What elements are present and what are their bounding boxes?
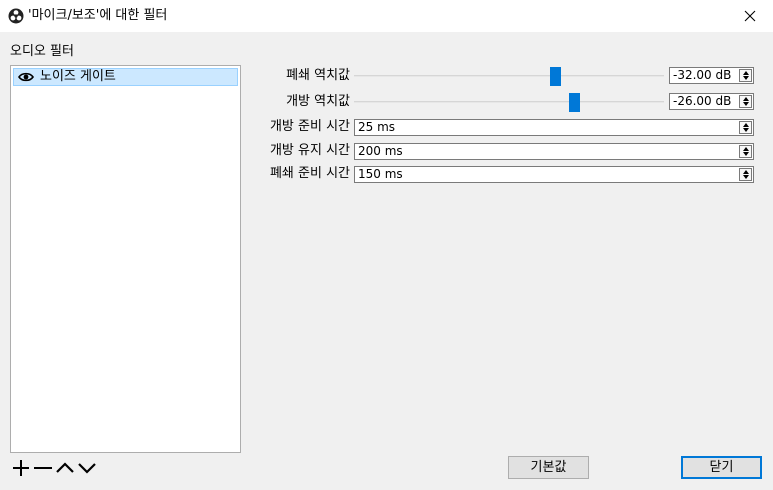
close-threshold-slider-thumb[interactable]: [550, 67, 561, 86]
spin-arrows[interactable]: [739, 95, 752, 108]
release-time-label: 폐쇄 준비 시간: [0, 166, 350, 182]
open-threshold-label: 개방 역치값: [0, 94, 350, 110]
attack-time-spinbox[interactable]: 25 ms: [354, 119, 754, 136]
open-threshold-slider[interactable]: [354, 101, 664, 103]
hold-time-label: 개방 유지 시간: [0, 143, 350, 159]
hold-time-value: 200 ms: [358, 144, 403, 158]
close-threshold-label-text: 폐쇄 역치값: [286, 68, 350, 83]
close-icon: [744, 10, 756, 22]
chevron-up-icon[interactable]: [54, 457, 76, 479]
release-time-value: 150 ms: [358, 167, 403, 181]
title-bar: '마이크/보조'에 대한 필터: [0, 0, 773, 32]
minus-icon[interactable]: [32, 457, 54, 479]
open-threshold-spinbox[interactable]: -26.00 dB: [669, 93, 754, 110]
chevron-down-icon[interactable]: [76, 457, 98, 479]
release-time-spinbox[interactable]: 150 ms: [354, 166, 754, 183]
open-threshold-value: -26.00 dB: [673, 94, 732, 108]
obs-logo-icon: [8, 8, 24, 24]
plus-icon[interactable]: [10, 457, 32, 479]
attack-time-label: 개방 준비 시간: [0, 119, 350, 135]
release-time-label-text: 폐쇄 준비 시간: [269, 166, 350, 181]
defaults-button[interactable]: 기본값: [508, 456, 589, 479]
window-title: '마이크/보조'에 대한 필터: [28, 8, 168, 23]
spin-arrows[interactable]: [739, 69, 752, 82]
audio-filters-label: 오디오 필터: [10, 44, 74, 59]
close-threshold-slider[interactable]: [354, 75, 664, 77]
filter-list-controls: [10, 457, 110, 479]
attack-time-value: 25 ms: [358, 120, 396, 134]
hold-time-spinbox[interactable]: 200 ms: [354, 143, 754, 160]
close-window-button[interactable]: [727, 0, 773, 32]
spin-arrows[interactable]: [739, 168, 752, 181]
close-threshold-value: -32.00 dB: [673, 68, 732, 82]
spin-arrows[interactable]: [739, 145, 752, 158]
attack-time-label-text: 개방 준비 시간: [269, 119, 350, 134]
spin-arrows[interactable]: [739, 121, 752, 134]
open-threshold-slider-thumb[interactable]: [569, 93, 580, 112]
hold-time-label-text: 개방 유지 시간: [269, 143, 350, 158]
close-button[interactable]: 닫기: [681, 456, 762, 479]
close-threshold-label: 폐쇄 역치값: [0, 68, 350, 84]
close-threshold-spinbox[interactable]: -32.00 dB: [669, 67, 754, 84]
open-threshold-label-text: 개방 역치값: [286, 94, 350, 109]
